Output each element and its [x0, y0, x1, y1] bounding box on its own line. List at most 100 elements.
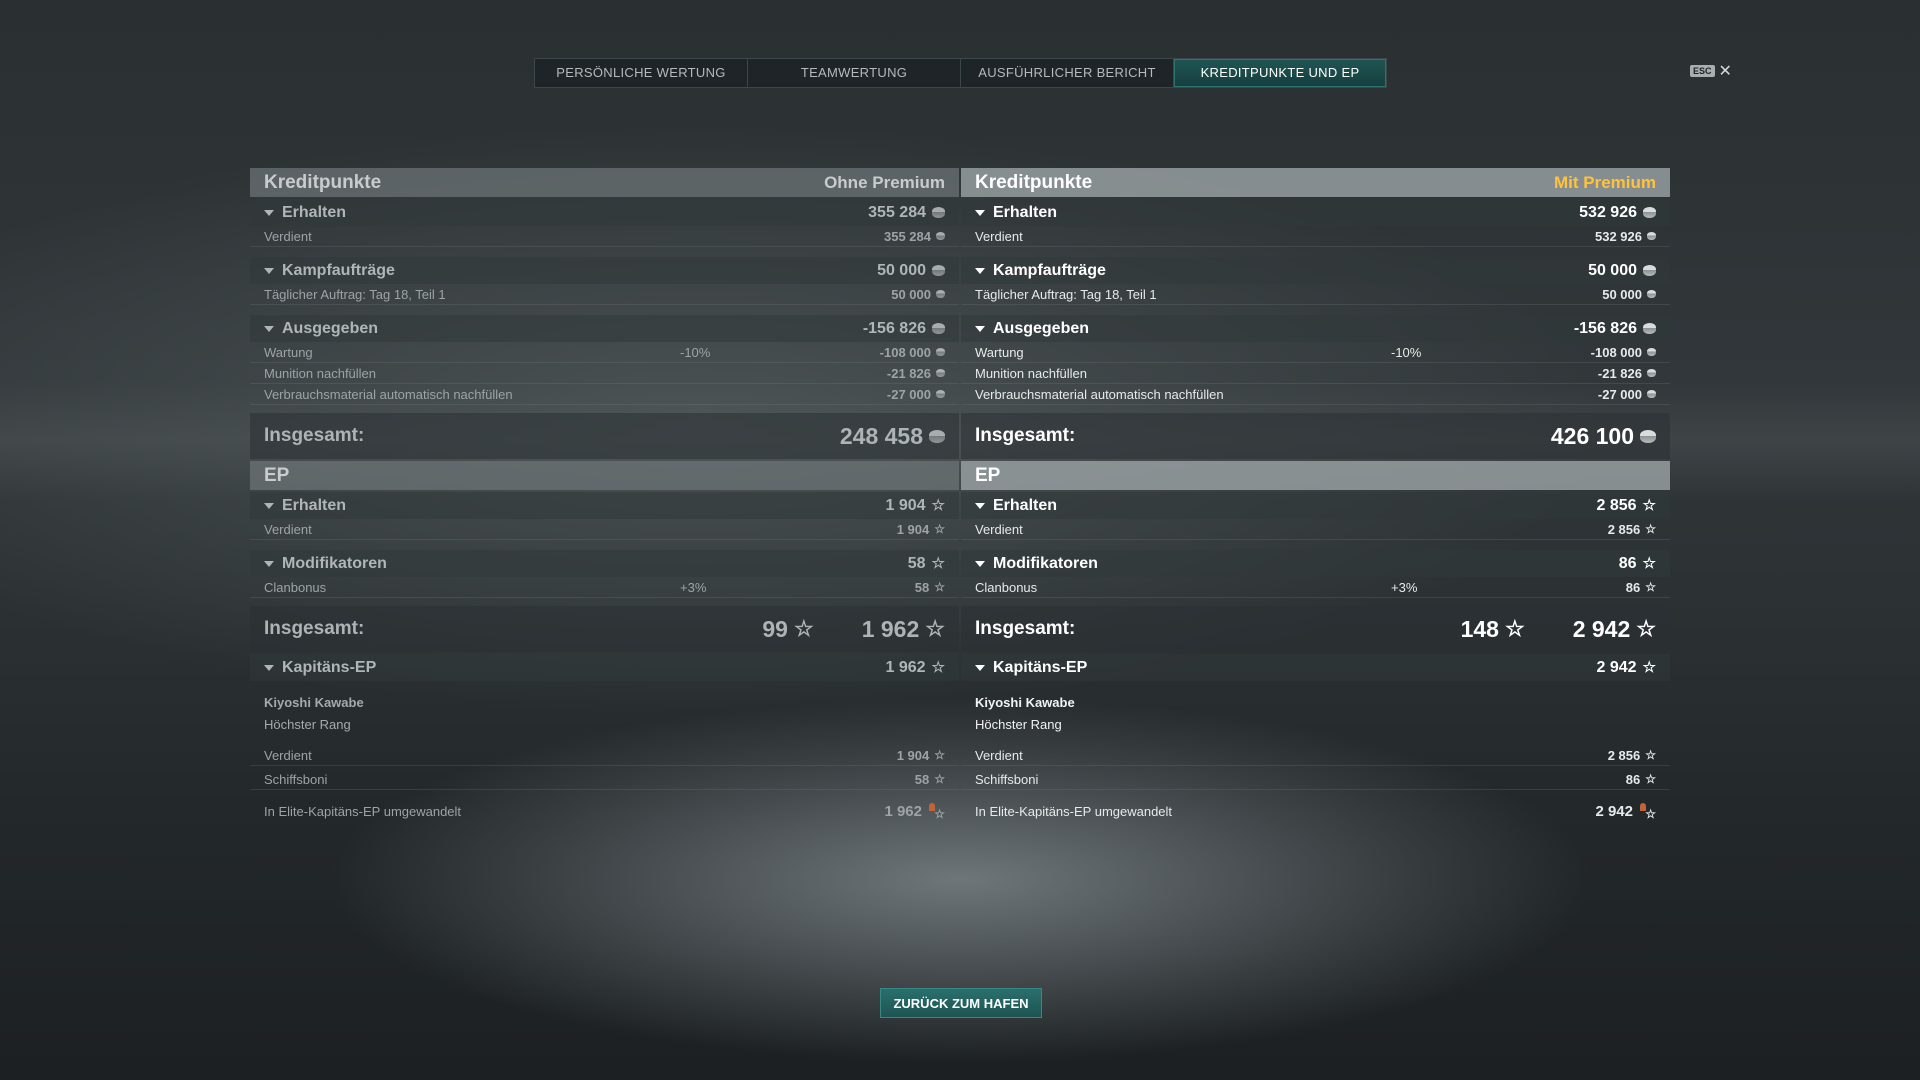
credits-title: Kreditpunkte: [264, 171, 382, 193]
row-value: 2 856: [1607, 747, 1641, 763]
section-captain-xp[interactable]: Kapitäns-EP 2 942 ☆: [961, 654, 1670, 681]
section-received[interactable]: Erhalten 355 284: [250, 199, 959, 226]
close-button[interactable]: ESC ✕: [1690, 61, 1732, 81]
coin-icon: [936, 232, 945, 240]
row-label: Munition nachfüllen: [975, 365, 1088, 381]
row-label: Verdient: [264, 521, 312, 537]
xp-bonus-value: 99: [762, 615, 788, 642]
triangle-down-icon: [264, 209, 274, 216]
triangle-down-icon: [975, 664, 985, 671]
section-label: Erhalten: [282, 496, 347, 514]
xp-total: Insgesamt: 99 ☆ 1 962 ☆: [250, 606, 959, 652]
section-combat-missions[interactable]: Kampfaufträge 50 000: [250, 257, 959, 284]
row-value: 2 856: [1607, 521, 1641, 537]
row-earned: Verdient 532 926: [961, 226, 1670, 247]
coin-icon: [1643, 207, 1656, 218]
star-icon: ☆: [934, 748, 945, 762]
coin-icon: [936, 290, 945, 298]
total-label: Insgesamt:: [975, 618, 1076, 639]
row-elite-converted: In Elite-Kapitäns-EP umgewandelt 1 962 ☆: [250, 800, 959, 822]
row-clan-bonus: Clanbonus +3% 58 ☆: [250, 577, 959, 598]
row-daily-mission: Täglicher Auftrag: Tag 18, Teil 1 50 000: [961, 284, 1670, 305]
row-label: Verdient: [264, 228, 312, 244]
row-consumables-refill: Verbrauchsmaterial automatisch nachfülle…: [961, 384, 1670, 405]
triangle-down-icon: [264, 325, 274, 332]
triangle-down-icon: [264, 560, 274, 567]
row-ammo-refill: Munition nachfüllen -21 826: [961, 363, 1670, 384]
section-value: -156 826: [862, 319, 926, 337]
tab-personal-score[interactable]: PERSÖNLICHE WERTUNG: [535, 59, 748, 87]
row-value: 1 904: [896, 747, 930, 763]
section-xp-received[interactable]: Erhalten 1 904 ☆: [250, 492, 959, 519]
row-maintenance: Wartung -10% -108 000: [250, 342, 959, 363]
star-icon: ☆: [934, 772, 945, 786]
triangle-down-icon: [264, 267, 274, 274]
triangle-down-icon: [975, 502, 985, 509]
premium-label: Ohne Premium: [824, 172, 945, 192]
back-to-port-button[interactable]: ZURÜCK ZUM HAFEN: [880, 988, 1042, 1018]
premium-label: Mit Premium: [1553, 172, 1656, 192]
section-label: Kampfaufträge: [282, 261, 395, 279]
row-percent: +3%: [680, 579, 707, 595]
row-label: Täglicher Auftrag: Tag 18, Teil 1: [264, 286, 446, 302]
triangle-down-icon: [264, 502, 274, 509]
section-value: 2 942: [1596, 658, 1637, 676]
section-value: 1 904: [885, 496, 926, 514]
row-ship-bonus: Schiffsboni 86 ☆: [961, 769, 1670, 790]
total-value: 1 962: [861, 615, 920, 642]
coin-icon: [1647, 290, 1656, 298]
row-label: Verbrauchsmaterial automatisch nachfülle…: [975, 386, 1224, 402]
section-modifiers[interactable]: Modifikatoren 58 ☆: [250, 550, 959, 577]
captain-rank: Höchster Rang: [975, 716, 1062, 732]
captain-rank: Höchster Rang: [264, 716, 351, 732]
row-value: -21 826: [886, 365, 931, 381]
xp-header: EP: [250, 461, 959, 490]
section-label: Erhalten: [993, 203, 1058, 221]
row-value: 58: [914, 771, 930, 787]
section-combat-missions[interactable]: Kampfaufträge 50 000: [961, 257, 1670, 284]
coin-icon: [1647, 232, 1656, 240]
section-received[interactable]: Erhalten 532 926: [961, 199, 1670, 226]
section-captain-xp[interactable]: Kapitäns-EP 1 962 ☆: [250, 654, 959, 681]
star-icon: ☆: [1642, 659, 1656, 676]
row-label: Verdient: [264, 747, 312, 763]
tab-team-score[interactable]: TEAMWERTUNG: [748, 59, 961, 87]
triangle-down-icon: [264, 664, 274, 671]
coin-icon: [1647, 369, 1656, 377]
section-label: Modifikatoren: [993, 554, 1098, 572]
triangle-down-icon: [975, 560, 985, 567]
star-icon: ☆: [1645, 580, 1656, 594]
row-earned: Verdient 355 284: [250, 226, 959, 247]
section-spent[interactable]: Ausgegeben -156 826: [961, 315, 1670, 342]
row-value: 2 942: [1595, 802, 1633, 820]
star-icon: ☆: [931, 659, 945, 676]
credits-header: Kreditpunkte Ohne Premium: [250, 168, 959, 197]
row-value: 86: [1625, 771, 1641, 787]
credits-header: Kreditpunkte Mit Premium: [961, 168, 1670, 197]
total-value: 248 458: [839, 422, 923, 449]
section-xp-received[interactable]: Erhalten 2 856 ☆: [961, 492, 1670, 519]
row-label: Verdient: [975, 228, 1023, 244]
star-icon: ☆: [1645, 772, 1656, 786]
row-value: 1 962: [884, 802, 922, 820]
row-label: In Elite-Kapitäns-EP umgewandelt: [975, 803, 1173, 819]
row-elite-converted: In Elite-Kapitäns-EP umgewandelt 2 942 ☆: [961, 800, 1670, 822]
section-value: 2 856: [1596, 496, 1637, 514]
section-spent[interactable]: Ausgegeben -156 826: [250, 315, 959, 342]
coin-icon: [1647, 348, 1656, 356]
coin-icon: [1643, 265, 1656, 276]
tab-detailed-report[interactable]: AUSFÜHRLICHER BERICHT: [961, 59, 1174, 87]
tab-credits-and-xp[interactable]: KREDITPUNKTE UND EP: [1174, 59, 1386, 87]
star-icon: ☆: [1645, 522, 1656, 536]
coin-icon: [936, 369, 945, 377]
row-value: -108 000: [1590, 344, 1642, 360]
section-modifiers[interactable]: Modifikatoren 86 ☆: [961, 550, 1670, 577]
coin-icon: [936, 390, 945, 398]
row-daily-mission: Täglicher Auftrag: Tag 18, Teil 1 50 000: [250, 284, 959, 305]
total-value: 2 942: [1572, 615, 1631, 642]
coin-icon: [932, 265, 945, 276]
row-value: 532 926: [1595, 228, 1642, 244]
close-icon: ✕: [1718, 63, 1732, 80]
row-percent: -10%: [1391, 344, 1422, 360]
row-label: Wartung: [264, 344, 313, 360]
